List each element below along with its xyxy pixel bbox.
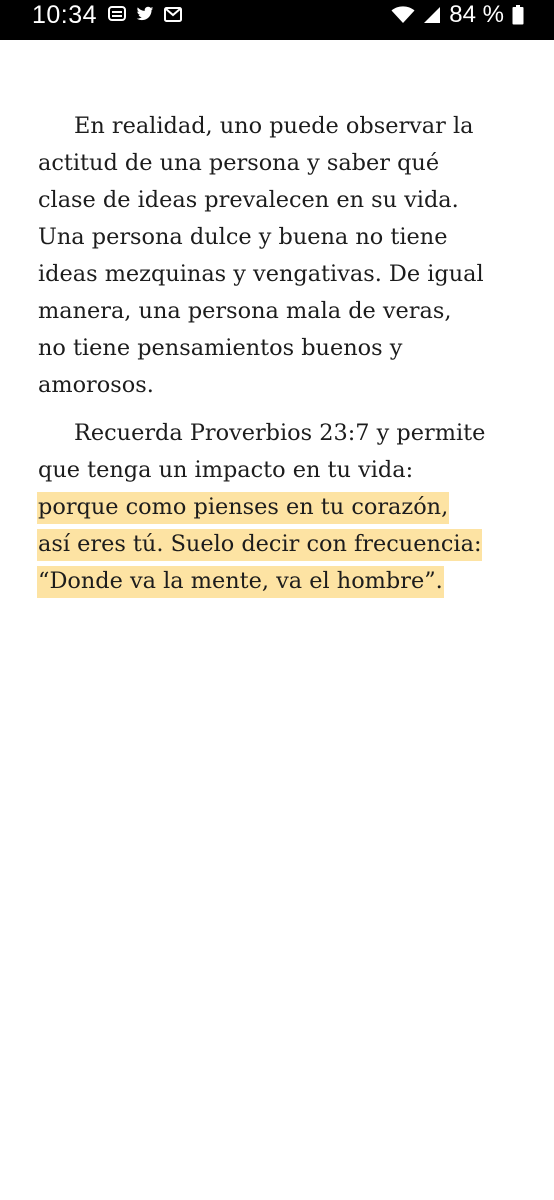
battery-icon (512, 5, 524, 25)
gmail-icon (164, 6, 182, 22)
notification-icons (108, 5, 182, 23)
text-line: no tiene pensamientos buenos y (38, 335, 403, 361)
highlighted-line[interactable]: “Donde va la mente, va el hombre”. (37, 563, 518, 600)
text-line: Una persona dulce y buena no tiene (38, 224, 448, 250)
signal-icon (423, 6, 441, 24)
highlighted-line[interactable]: así eres tú. Suelo decir con frecuencia: (37, 526, 518, 563)
text-line: que tenga un impacto en tu vida: (38, 457, 414, 483)
status-time: 10:34 (32, 1, 98, 29)
status-bar: 10:34 84 % (0, 0, 554, 40)
wifi-icon (391, 6, 415, 24)
highlighted-line[interactable]: porque como pienses en tu corazón, (37, 489, 518, 526)
twitter-icon (136, 6, 154, 22)
paragraph-1: En realidad, uno puede observar la actit… (38, 108, 518, 404)
text-line: amorosos. (38, 372, 154, 398)
message-icon (108, 6, 126, 22)
text-line: manera, una persona mala de veras, (38, 298, 452, 324)
text-line: ideas mezquinas y vengativas. De igual (38, 261, 484, 287)
text-line: En realidad, uno puede observar la (74, 113, 474, 139)
text-line: actitud de una persona y saber qué (38, 150, 440, 176)
highlight-span[interactable]: “Donde va la mente, va el hombre”. (37, 566, 444, 598)
screen: 10:34 84 % En realidad, uno puede observ… (0, 0, 554, 1200)
highlight-span[interactable]: así eres tú. Suelo decir con frecuencia: (37, 529, 483, 561)
system-icons: 84 % (391, 1, 524, 29)
text-line: Recuerda Proverbios 23:7 y permite (74, 420, 486, 446)
text-line: clase de ideas prevalecen en su vida. (38, 187, 459, 213)
battery-percent: 84 % (449, 1, 504, 28)
paragraph-2: Recuerda Proverbios 23:7 y permite que t… (37, 415, 518, 600)
highlight-span[interactable]: porque como pienses en tu corazón, (37, 492, 450, 524)
reader-page[interactable]: En realidad, uno puede observar la actit… (37, 108, 518, 600)
